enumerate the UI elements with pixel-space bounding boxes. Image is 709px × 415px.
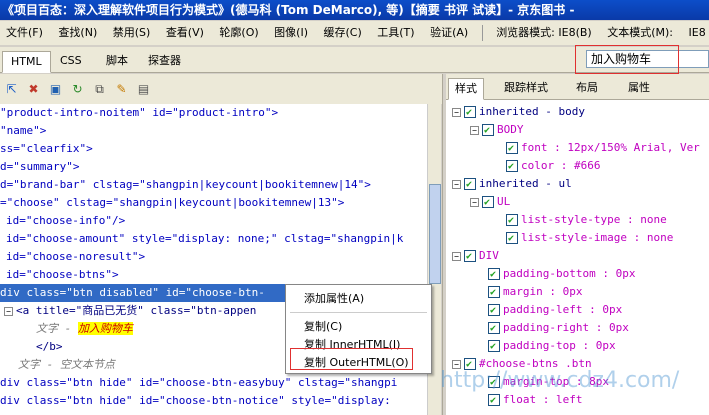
list-item[interactable]: color : #666 (506, 157, 600, 176)
table-row[interactable]: "product-intro-noitem" id="product-intro… (0, 104, 278, 122)
window-title: 《项目百态：深入理解软件项目行为模式》(德马科 (Tom DeMarco), 等… (0, 0, 709, 20)
list-item[interactable]: −inherited - body (452, 103, 585, 122)
highlight-box (575, 45, 679, 74)
checkbox[interactable] (488, 392, 500, 410)
save-icon[interactable]: ▣ (48, 82, 63, 97)
list-item[interactable]: −inherited - ul (452, 175, 572, 194)
menu-disable[interactable]: 禁用(S) (107, 21, 157, 45)
collapse-icon[interactable]: − (470, 125, 479, 135)
clear-icon[interactable]: ✖ (26, 82, 41, 97)
list-item[interactable]: −UL (470, 193, 510, 212)
table-row[interactable]: 文字 - 加入购物车 (36, 320, 133, 338)
table-row[interactable]: div class="btn hide" id="choose-btn-easy… (0, 374, 397, 392)
menu-find[interactable]: 查找(N) (52, 21, 103, 45)
table-row[interactable]: − <a title="商品已无货" class="btn-appen (4, 302, 256, 320)
menu-file[interactable]: 文件(F) (0, 21, 49, 45)
doc-mode-menu[interactable]: 文本模式(M): (601, 21, 679, 45)
menu-cache[interactable]: 缓存(C) (318, 21, 368, 45)
menu-divider (481, 25, 483, 41)
list-item[interactable]: −BODY (470, 121, 524, 140)
list-item[interactable]: padding-left : 0px (488, 301, 622, 320)
collapse-icon[interactable]: − (452, 107, 461, 117)
menu-view[interactable]: 查看(V) (160, 21, 210, 45)
tab-html[interactable]: HTML (2, 51, 51, 73)
menu-images[interactable]: 图像(I) (268, 21, 314, 45)
add-attribute-menu-item[interactable]: 添加属性(A) (286, 290, 431, 308)
selected-row-text: div class="btn disabled" id="choose-btn- (0, 286, 265, 299)
highlighted-text: 加入购物车 (77, 322, 133, 335)
dom-icon[interactable]: ▤ (136, 82, 151, 97)
checkbox[interactable] (488, 302, 500, 320)
checkbox[interactable] (488, 338, 500, 356)
menu-tools[interactable]: 工具(T) (371, 21, 420, 45)
tab-script[interactable]: 脚本 (98, 51, 136, 73)
checkbox[interactable] (482, 122, 494, 140)
table-row[interactable]: 文字 - 空文本节点 (18, 356, 115, 374)
table-row[interactable]: id="choose-noresult"> (6, 248, 145, 266)
checkbox[interactable] (506, 230, 518, 248)
tab-profiler[interactable]: 探查器 (140, 51, 189, 73)
list-item[interactable]: padding-top : 0px (488, 337, 616, 356)
highlight-box (290, 348, 413, 370)
table-row[interactable]: id="choose-btns"> (6, 266, 119, 284)
checkbox[interactable] (482, 194, 494, 212)
checkbox[interactable] (464, 176, 476, 194)
tab-layout[interactable]: 布局 (570, 78, 604, 100)
checkbox[interactable] (506, 158, 518, 176)
watermark: http://www.cdz4.com/ (440, 368, 680, 393)
list-item[interactable]: font : 12px/150% Arial, Ver (506, 139, 700, 158)
tab-trace-styles[interactable]: 跟踪样式 (498, 78, 554, 100)
menu-bar: 文件(F) 查找(N) 禁用(S) 查看(V) 轮廓(O) 图像(I) 缓存(C… (0, 21, 709, 45)
table-row[interactable]: ss="clearfix"> (0, 140, 93, 158)
tab-css[interactable]: CSS (52, 51, 90, 73)
source-icon[interactable]: ⧉ (92, 82, 107, 97)
menu-validate[interactable]: 验证(A) (424, 21, 474, 45)
html-toolbar: ⇱ ✖ ▣ ↻ ⧉ ✎ ▤ (0, 74, 446, 104)
collapse-icon[interactable]: − (470, 197, 479, 207)
browser-mode-menu[interactable]: 浏览器模式: IE8(B) (490, 21, 598, 45)
tab-attributes[interactable]: 属性 (622, 78, 656, 100)
refresh-icon[interactable]: ↻ (70, 82, 85, 97)
list-item[interactable]: padding-right : 0px (488, 319, 629, 338)
table-row[interactable]: "name"> (0, 122, 46, 140)
list-item[interactable]: padding-bottom : 0px (488, 265, 635, 284)
collapse-icon[interactable]: − (4, 306, 13, 316)
copy-menu-item[interactable]: 复制(C) (286, 318, 431, 336)
list-item[interactable]: list-style-image : none (506, 229, 673, 248)
table-row[interactable]: ="choose" clstag="shangpin|keycount|book… (0, 194, 344, 212)
edit-icon[interactable]: ✎ (114, 82, 129, 97)
checkbox[interactable] (464, 248, 476, 266)
menu-divider (290, 312, 427, 313)
checkbox[interactable] (488, 320, 500, 338)
list-item[interactable]: margin : 0px (488, 283, 582, 302)
checkbox[interactable] (488, 266, 500, 284)
scrollbar-thumb[interactable] (429, 184, 441, 284)
table-row[interactable]: d="brand-bar" clstag="shangpin|keycount|… (0, 176, 371, 194)
collapse-icon[interactable]: − (452, 179, 461, 189)
collapse-icon[interactable]: − (452, 251, 461, 261)
checkbox[interactable] (506, 212, 518, 230)
style-tab-bar: 样式 跟踪样式 布局 属性 (446, 74, 709, 100)
ie-version[interactable]: IE8 (683, 21, 709, 45)
table-row[interactable]: d="summary"> (0, 158, 79, 176)
list-item[interactable]: float : left (488, 391, 582, 410)
table-row[interactable]: id="choose-amount" style="display: none;… (6, 230, 403, 248)
cursor-icon[interactable]: ⇱ (4, 82, 19, 97)
table-row[interactable]: </b> (36, 338, 63, 356)
checkbox[interactable] (506, 140, 518, 158)
list-item[interactable]: −DIV (452, 247, 499, 266)
checkbox[interactable] (488, 284, 500, 302)
menu-outline[interactable]: 轮廓(O) (213, 21, 264, 45)
table-row[interactable]: id="choose-info"/> (6, 212, 125, 230)
tab-style[interactable]: 样式 (448, 78, 484, 100)
checkbox[interactable] (464, 104, 476, 122)
table-row[interactable]: div class="btn hide" id="choose-btn-noti… (0, 392, 391, 410)
list-item[interactable]: list-style-type : none (506, 211, 667, 230)
